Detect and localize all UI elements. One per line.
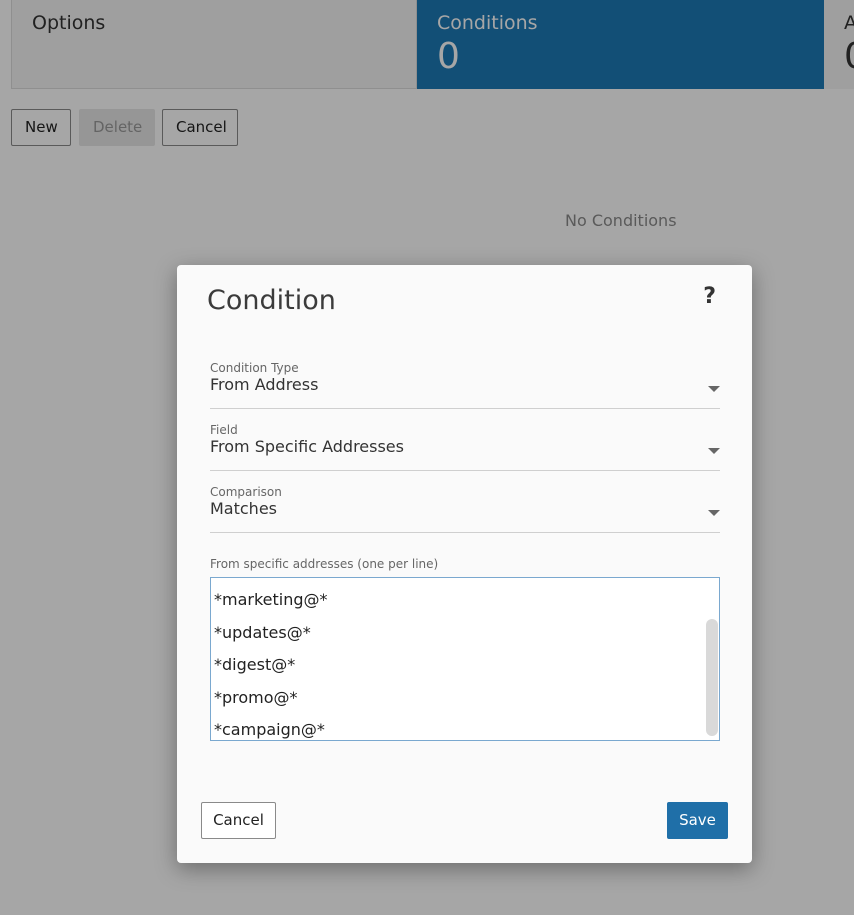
comparison-select[interactable]: Comparison Matches	[210, 484, 720, 533]
address-line: *updates@*	[214, 622, 311, 642]
condition-dialog: Condition ? Condition Type From Address …	[177, 265, 752, 863]
addresses-label: From specific addresses (one per line)	[210, 557, 439, 571]
address-line: *promo@*	[214, 687, 298, 707]
textarea-scrollbar[interactable]	[704, 578, 719, 740]
condition-type-value: From Address	[210, 375, 319, 394]
address-line: *digest@*	[214, 655, 296, 674]
address-line: *marketing@*	[214, 590, 328, 609]
help-icon[interactable]: ?	[703, 283, 716, 311]
dialog-cancel-button[interactable]: Cancel	[201, 802, 276, 839]
addresses-lines: *marketing@* *updates@* *digest@* *promo…	[214, 586, 328, 740]
chevron-down-icon	[708, 510, 720, 516]
comparison-value: Matches	[210, 499, 277, 518]
chevron-down-icon	[708, 386, 720, 392]
address-line: *campaign@*	[214, 720, 325, 739]
dialog-title: Condition	[207, 285, 336, 316]
field-value: From Specific Addresses	[210, 437, 404, 456]
condition-type-select[interactable]: Condition Type From Address	[210, 360, 720, 409]
save-button[interactable]: Save	[667, 802, 728, 839]
scrollbar-thumb[interactable]	[706, 619, 718, 736]
field-select[interactable]: Field From Specific Addresses	[210, 422, 720, 471]
addresses-textarea[interactable]: *marketing@* *updates@* *digest@* *promo…	[210, 577, 720, 741]
chevron-down-icon	[708, 448, 720, 454]
